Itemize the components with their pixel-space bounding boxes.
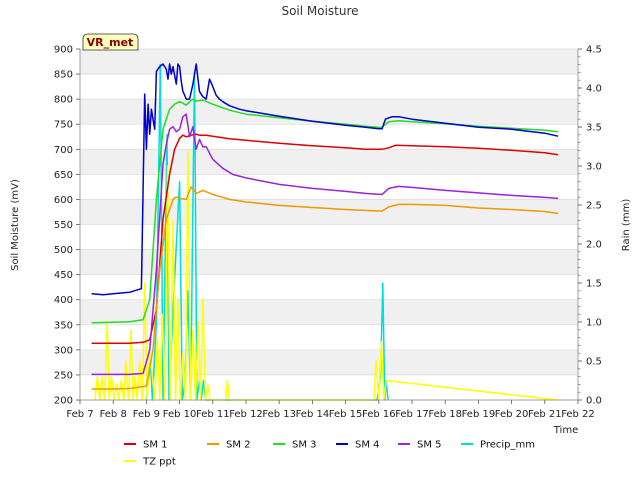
x-axis-label: Time <box>553 425 578 436</box>
y2-tick-label: 4.5 <box>586 45 602 56</box>
y-tick-label: 800 <box>54 95 73 106</box>
background-band <box>80 49 578 75</box>
chart-title: Soil Moisture <box>281 4 358 18</box>
x-tick-label: Feb 9 <box>133 409 160 420</box>
legend-label-sm-5: SM 5 <box>417 440 442 451</box>
y-tick-label: 600 <box>54 195 73 206</box>
background-band <box>80 149 578 175</box>
y2-tick-label: 3.5 <box>586 123 602 134</box>
y-tick-label: 700 <box>54 145 73 156</box>
legend-label-sm-2: SM 2 <box>226 440 251 451</box>
y-tick-label: 550 <box>54 220 73 231</box>
x-tick-label: Feb 20 <box>495 409 529 420</box>
x-tick-label: Feb 22 <box>561 409 595 420</box>
x-tick-label: Feb 11 <box>196 409 230 420</box>
x-tick-label: Feb 10 <box>163 409 197 420</box>
x-tick-label: Feb 16 <box>362 409 396 420</box>
soil-moisture-chart: 200 250 300 350 400 450 500 550 600 650 700 750 800 8… <box>10 4 632 468</box>
x-tick-label: Feb 13 <box>262 409 296 420</box>
y-tick-label: 900 <box>54 45 73 56</box>
y-tick-label: 300 <box>54 345 73 356</box>
legend-label-sm-1: SM 1 <box>143 440 168 451</box>
x-tick-label: Feb 19 <box>462 409 496 420</box>
x-tick-label: Feb 17 <box>395 409 429 420</box>
y-tick-label: 850 <box>54 70 73 81</box>
y2-tick-label: 1.5 <box>586 279 602 290</box>
x-tick-label: Feb 14 <box>296 409 330 420</box>
y-tick-label: 750 <box>54 120 73 131</box>
y2-tick-label: 0.0 <box>586 396 602 407</box>
y-tick-label: 200 <box>54 396 73 407</box>
station-badge: VR_met <box>82 33 139 51</box>
station-badge-label: VR_met <box>87 36 134 49</box>
legend-label-sm-4: SM 4 <box>355 440 380 451</box>
y2-axis-label: Rain (mm) <box>621 199 632 252</box>
x-tick-label: Feb 18 <box>428 409 462 420</box>
background-band <box>80 249 578 275</box>
y-tick-label: 500 <box>54 245 73 256</box>
y-axis-label: Soil Moisture (mV) <box>10 179 21 271</box>
x-tick-label: Feb 8 <box>100 409 127 420</box>
x-tick-label: Feb 7 <box>66 409 93 420</box>
y2-tick-label: 0.5 <box>586 357 602 368</box>
y2-tick-label: 1.0 <box>586 318 602 329</box>
y-tick-label: 350 <box>54 320 73 331</box>
y2-tick-label: 2.5 <box>586 201 602 212</box>
y2-tick-label: 2.0 <box>586 240 602 251</box>
y2-tick-label: 3.0 <box>586 162 602 173</box>
y-tick-label: 650 <box>54 170 73 181</box>
y-tick-label: 450 <box>54 270 73 281</box>
y-tick-label: 250 <box>54 370 73 381</box>
x-tick-label: Feb 21 <box>528 409 562 420</box>
legend-label-tz-ppt: TZ ppt <box>142 457 176 468</box>
x-tick-label: Feb 15 <box>329 409 363 420</box>
y-tick-label: 400 <box>54 295 73 306</box>
legend-label-sm-3: SM 3 <box>292 440 317 451</box>
x-tick-label: Feb 12 <box>229 409 263 420</box>
legend: SM 1 SM 2 SM 3 SM 4 SM 5 Precip_mm TZ ppt <box>124 440 535 468</box>
legend-label-precip-mm: Precip_mm <box>480 440 535 451</box>
y2-tick-label: 4.0 <box>586 84 602 95</box>
